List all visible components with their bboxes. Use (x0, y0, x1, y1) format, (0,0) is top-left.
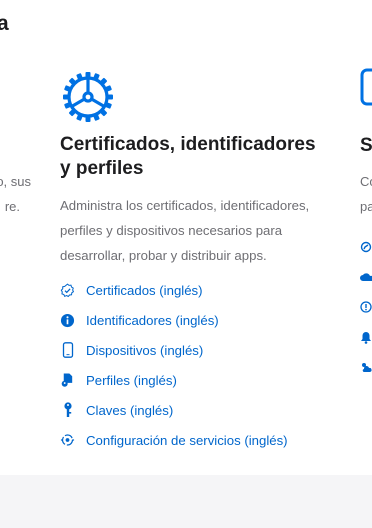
card-title: Certificados, identificadores y perfiles (60, 134, 316, 179)
link-label[interactable]: Identificadores (inglés) (86, 313, 219, 328)
services-config-icon (60, 432, 75, 448)
left-column-heading: a (0, 12, 9, 35)
link-configuracion-servicios[interactable]: Configuración de servicios (inglés) (60, 425, 288, 455)
link-claves[interactable]: Claves (inglés) (60, 395, 288, 425)
right-desc-line-1: Co (360, 174, 372, 189)
link-certificados[interactable]: Certificados (inglés) (60, 275, 288, 305)
right-column-links (360, 232, 372, 382)
right-desc-line-2: pa (360, 199, 372, 214)
badge-check-icon (60, 282, 75, 298)
link-dispositivos[interactable]: Dispositivos (inglés) (60, 335, 288, 365)
card-description: Administra los certificados, identificad… (60, 198, 310, 263)
profile-document-icon (60, 372, 75, 388)
right-column-description: Co pa (360, 169, 372, 219)
link-label[interactable]: Perfiles (inglés) (86, 373, 177, 388)
link-label[interactable]: Certificados (inglés) (86, 283, 203, 298)
weather-icon[interactable] (360, 352, 372, 382)
key-icon (60, 402, 75, 418)
left-desc-line-2: re. (4, 199, 20, 214)
card-links: Certificados (inglés) Identificadores (i… (60, 275, 288, 455)
compass-icon[interactable] (360, 232, 372, 262)
link-label[interactable]: Configuración de servicios (inglés) (86, 433, 288, 448)
bell-icon[interactable] (360, 322, 372, 352)
cloud-icon[interactable] (360, 262, 372, 292)
link-label[interactable]: Claves (inglés) (86, 403, 173, 418)
link-label[interactable]: Dispositivos (inglés) (86, 343, 203, 358)
right-column-heading: S (360, 135, 372, 156)
footer-band (0, 475, 372, 528)
alert-icon[interactable] (360, 292, 372, 322)
left-desc-line-1: o, sus (0, 174, 31, 189)
gear-icon (60, 69, 116, 125)
app-icon (360, 68, 372, 106)
device-icon (60, 342, 75, 358)
link-identificadores[interactable]: Identificadores (inglés) (60, 305, 288, 335)
info-icon (60, 312, 75, 328)
link-perfiles[interactable]: Perfiles (inglés) (60, 365, 288, 395)
